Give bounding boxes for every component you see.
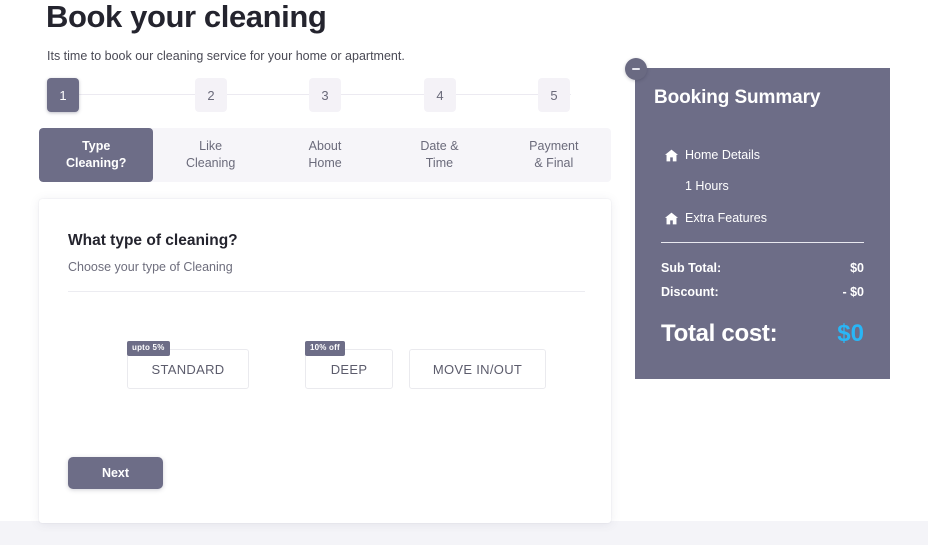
summary-total-row: Total cost: $0 [661,320,864,348]
step-4[interactable]: 4 [424,78,456,112]
summary-extra-features-label: Extra Features [685,211,767,225]
summary-total-label: Total cost: [661,320,778,347]
step-1[interactable]: 1 [47,78,79,112]
tab-date-time[interactable]: Date & Time [382,128,496,182]
option-standard[interactable]: upto 5% STANDARD [127,341,249,389]
option-standard-badge: upto 5% [127,341,170,356]
summary-discount-value: - $0 [842,285,864,299]
summary-hours-label: 1 Hours [685,179,729,193]
summary-subtotal-label: Sub Total: [661,261,722,275]
step-2[interactable]: 2 [195,78,227,112]
booking-form-column: Book your cleaning Its time to book our … [0,0,632,545]
tab-payment-final-line1: Payment [529,139,579,153]
tab-payment-final-line2: & Final [534,156,574,170]
tab-about-home[interactable]: About Home [268,128,382,182]
section-title: What type of cleaning? [68,232,238,249]
section-subtitle: Choose your type of Cleaning [68,260,233,274]
collapse-minus-icon[interactable] [625,58,647,80]
summary-hours-row: 1 Hours [685,179,729,193]
wizard-tab-bar: Type Cleaning? Like Cleaning About Home … [39,128,611,182]
tab-payment-final[interactable]: Payment & Final [497,128,611,182]
tab-date-time-line2: Time [425,156,454,170]
house-icon [664,212,679,225]
tab-about-home-line2: Home [308,156,342,170]
tab-about-home-line1: About [308,139,342,153]
step-indicator: 1 2 3 4 5 [47,78,585,112]
tab-date-time-line1: Date & [420,139,459,153]
summary-home-details-row: Home Details [664,148,760,162]
option-deep-badge: 10% off [305,341,345,356]
booking-summary-title: Booking Summary [654,87,821,108]
option-deep[interactable]: 10% off DEEP [305,341,393,389]
tab-like-cleaning[interactable]: Like Cleaning [153,128,267,182]
tab-type-cleaning-line1: Type [82,139,111,153]
page-subtitle: Its time to book our cleaning service fo… [47,49,405,63]
page-title: Book your cleaning [46,0,327,34]
next-button[interactable]: Next [68,457,163,489]
step-3[interactable]: 3 [309,78,341,112]
step-content-card: What type of cleaning? Choose your type … [39,199,611,523]
summary-discount-row: Discount: - $0 [661,285,864,299]
tab-type-cleaning-line2: Cleaning? [65,156,127,170]
option-deep-label: DEEP [330,361,368,377]
option-standard-label: STANDARD [151,361,225,377]
booking-summary-panel: Booking Summary Home Details 1 Hours Ext… [625,58,890,379]
option-move-in-out[interactable]: MOVE IN/OUT [409,349,546,389]
step-5[interactable]: 5 [538,78,570,112]
house-icon [664,149,679,162]
summary-extra-features-row: Extra Features [664,211,767,225]
summary-subtotal-row: Sub Total: $0 [661,261,864,275]
option-move-in-out-label: MOVE IN/OUT [432,361,523,377]
minus-glyph [632,68,640,70]
summary-discount-label: Discount: [661,285,719,299]
section-divider [68,291,585,292]
summary-divider [661,242,864,243]
summary-total-value: $0 [837,320,864,347]
tab-type-cleaning[interactable]: Type Cleaning? [39,128,154,182]
summary-home-details-label: Home Details [685,148,761,162]
tab-like-cleaning-line2: Cleaning [185,156,236,170]
summary-subtotal-value: $0 [850,261,864,275]
tab-like-cleaning-line1: Like [199,139,223,153]
